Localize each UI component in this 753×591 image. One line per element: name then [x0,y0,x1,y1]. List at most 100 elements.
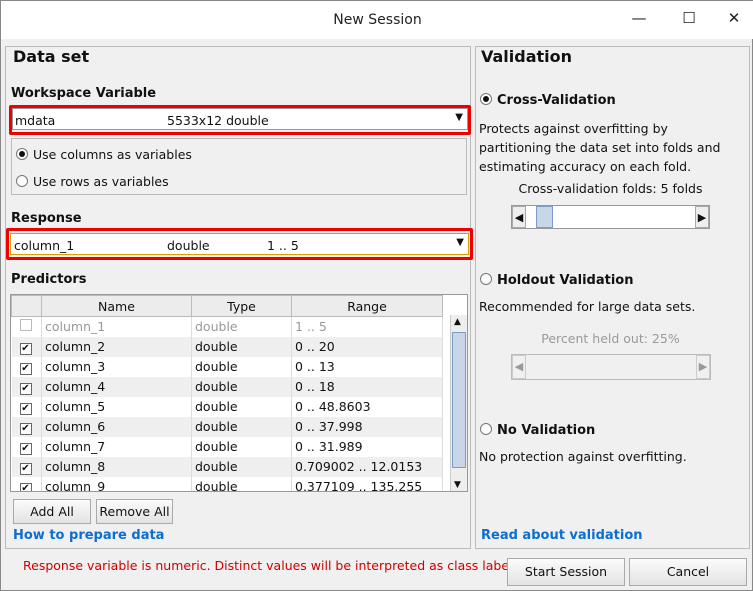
row-checkbox[interactable]: ✔ [11,376,42,397]
cell-type: double [191,376,292,397]
table-row[interactable]: column_1 double 1 .. 5 [11,316,443,337]
table-row[interactable]: ✔ column_2 double 0 .. 20 [11,336,443,357]
cell-range: 0.377109 .. 135.255 [291,476,443,491]
cell-range: 0 .. 31.989 [291,436,443,457]
cv-description: Protects against overfitting by partitio… [479,121,721,174]
table-row[interactable]: ✔ column_5 double 0 .. 48.8603 [11,396,443,417]
response-dropdown[interactable]: column_1 double 1 .. 5 ▼ [10,233,469,255]
dataset-heading: Data set [13,47,90,66]
row-checkbox[interactable]: ✔ [11,456,42,477]
row-checkbox[interactable] [11,316,42,337]
percent-label: Percent held out: 25% [541,331,680,346]
cell-name: column_6 [41,416,192,437]
predictors-table: Name Type Range column_1 double 1 .. 5 ✔ … [10,294,468,492]
scroll-up-icon[interactable]: ▲ [454,317,461,327]
table-row[interactable]: ✔ column_3 double 0 .. 13 [11,356,443,377]
percent-slider: ◀ ▶ [511,354,711,380]
cv-label: Cross-Validation [497,93,616,108]
no-validation-description: No protection against overfitting. [479,449,687,464]
cancel-button[interactable]: Cancel [629,558,747,586]
holdout-label: Holdout Validation [497,273,634,288]
row-checkbox[interactable]: ✔ [11,336,42,357]
row-checkbox[interactable]: ✔ [11,356,42,377]
table-row[interactable]: ✔ column_9 double 0.377109 .. 135.255 [11,476,443,491]
cell-range: 0 .. 48.8603 [291,396,443,417]
orientation-group: Use columns as variables Use rows as var… [11,138,467,195]
maximize-button[interactable]: ☐ [677,9,701,31]
slider-right-icon: ▶ [696,355,710,379]
header-check [11,295,42,317]
slider-right-icon[interactable]: ▶ [695,206,709,228]
response-range: 1 .. 5 [267,238,299,253]
row-checkbox[interactable]: ✔ [11,396,42,417]
header-name[interactable]: Name [41,295,192,317]
cell-type: double [191,396,292,417]
cell-name: column_2 [41,336,192,357]
cell-type: double [191,436,292,457]
cell-type: double [191,336,292,357]
scroll-down-icon[interactable]: ▼ [454,480,461,490]
cell-name: column_4 [41,376,192,397]
workspace-var-name: mdata [15,113,56,128]
table-row[interactable]: ✔ column_6 double 0 .. 37.998 [11,416,443,437]
header-type[interactable]: Type [191,295,292,317]
radio-columns-label: Use columns as variables [33,147,192,162]
cell-name: column_5 [41,396,192,417]
cell-range: 1 .. 5 [291,316,443,337]
scroll-thumb[interactable] [452,332,466,468]
table-row[interactable]: ✔ column_4 double 0 .. 18 [11,376,443,397]
minimize-button[interactable]: — [627,9,651,31]
workspace-var-info: 5533x12 double [167,113,269,128]
remove-all-button[interactable]: Remove All [96,499,173,524]
folds-slider[interactable]: ◀ ▶ [511,205,710,229]
cell-name: column_9 [41,476,192,491]
radio-rows[interactable]: Use rows as variables [16,174,169,189]
cell-name: column_3 [41,356,192,377]
cell-range: 0.709002 .. 12.0153 [291,456,443,477]
response-type: double [167,238,210,253]
response-name: column_1 [14,238,75,253]
cell-name: column_7 [41,436,192,457]
cell-type: double [191,456,292,477]
table-row[interactable]: ✔ column_8 double 0.709002 .. 12.0153 [11,456,443,477]
header-range[interactable]: Range [291,295,443,317]
close-button[interactable]: ✕ [722,9,746,31]
response-label: Response [11,211,82,226]
slider-left-icon[interactable]: ◀ [512,206,526,228]
slider-left-icon: ◀ [512,355,526,379]
radio-no-validation[interactable]: No Validation [480,423,595,438]
folds-label: Cross-validation folds: 5 folds [518,181,703,196]
row-checkbox[interactable]: ✔ [11,416,42,437]
table-scrollbar[interactable]: ▲ ▼ [450,315,467,491]
cell-range: 0 .. 20 [291,336,443,357]
status-message: Response variable is numeric. Distinct v… [23,558,523,573]
workspace-label: Workspace Variable [11,86,157,101]
cell-type: double [191,476,292,491]
radio-columns[interactable]: Use columns as variables [16,147,192,162]
no-validation-label: No Validation [497,423,596,438]
validation-heading: Validation [481,47,573,66]
holdout-description: Recommended for large data sets. [479,299,696,314]
predictors-label: Predictors [11,272,87,287]
radio-cross-validation[interactable]: Cross-Validation [480,93,616,108]
start-session-button[interactable]: Start Session [507,558,625,586]
cell-type: double [191,316,292,337]
prepare-data-link[interactable]: How to prepare data [13,528,164,543]
chevron-down-icon: ▼ [456,237,464,248]
cell-range: 0 .. 37.998 [291,416,443,437]
add-all-button[interactable]: Add All [13,499,91,524]
radio-holdout[interactable]: Holdout Validation [480,273,633,288]
cell-type: double [191,356,292,377]
cell-range: 0 .. 13 [291,356,443,377]
cell-name: column_1 [41,316,192,337]
cell-name: column_8 [41,456,192,477]
validation-link[interactable]: Read about validation [481,528,643,543]
cell-range: 0 .. 18 [291,376,443,397]
radio-rows-label: Use rows as variables [33,174,169,189]
table-row[interactable]: ✔ column_7 double 0 .. 31.989 [11,436,443,457]
row-checkbox[interactable]: ✔ [11,476,42,491]
row-checkbox[interactable]: ✔ [11,436,42,457]
slider-thumb[interactable] [536,206,553,228]
workspace-variable-dropdown[interactable]: mdata 5533x12 double ▼ [12,108,468,130]
chevron-down-icon: ▼ [455,112,463,123]
